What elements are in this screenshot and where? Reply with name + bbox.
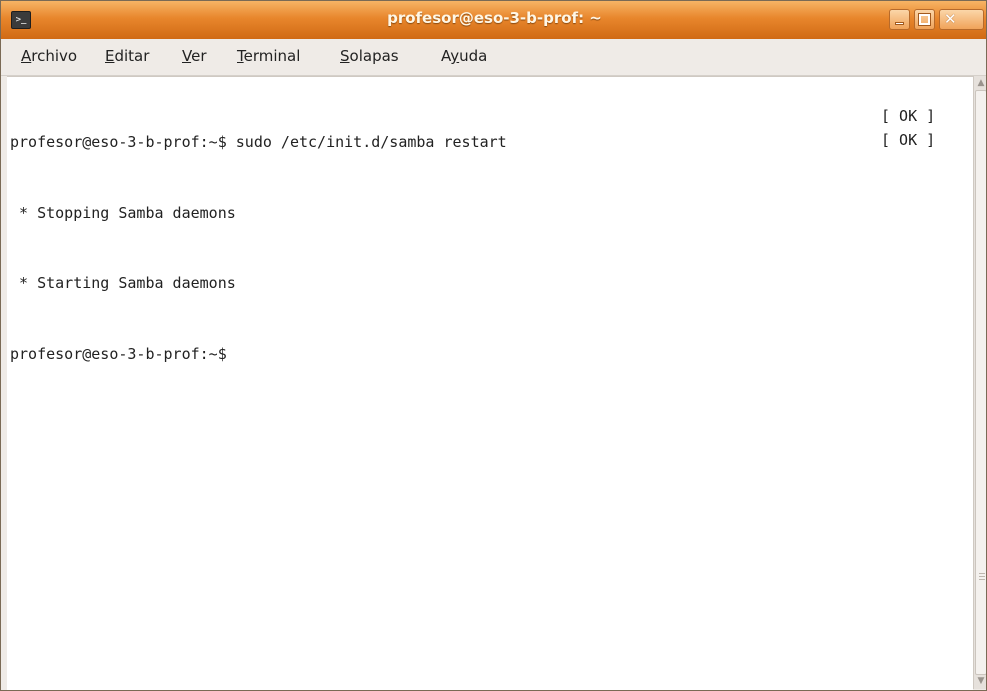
- menu-archivo[interactable]: Archivo: [21, 47, 77, 65]
- close-button[interactable]: ✕: [939, 9, 984, 30]
- maximize-button[interactable]: [914, 9, 935, 30]
- terminal-lines: profesor@eso-3-b-prof:~$ sudo /etc/init.…: [10, 84, 507, 413]
- scroll-up-icon[interactable]: ▲: [975, 77, 986, 89]
- terminal-output[interactable]: profesor@eso-3-b-prof:~$ sudo /etc/init.…: [7, 76, 973, 690]
- scrollbar-thumb[interactable]: [975, 90, 986, 675]
- close-icon: ✕: [944, 10, 957, 28]
- grip-line: [979, 573, 985, 574]
- scroll-down-icon[interactable]: ▼: [975, 675, 986, 687]
- maximize-icon: [918, 13, 931, 26]
- window-title: profesor@eso-3-b-prof: ~: [387, 9, 602, 27]
- menu-solapas[interactable]: Solapas: [340, 47, 399, 65]
- status-ok: [ OK ]: [881, 107, 936, 125]
- minimize-button[interactable]: [889, 9, 910, 30]
- terminal-line: * Starting Samba daemons: [10, 274, 236, 292]
- menu-ayuda[interactable]: Ayuda: [441, 47, 487, 65]
- vertical-scrollbar[interactable]: ▲ ▼: [973, 76, 986, 689]
- menu-terminal[interactable]: Terminal: [237, 47, 300, 65]
- terminal-line: profesor@eso-3-b-prof:~$ sudo /etc/init.…: [10, 133, 507, 151]
- menu-bar: Archivo Editar Ver Terminal Solapas Ayud…: [1, 39, 986, 76]
- grip-line: [979, 579, 985, 580]
- terminal-line: * Stopping Samba daemons: [10, 203, 236, 222]
- title-bar[interactable]: >_ profesor@eso-3-b-prof: ~ ✕: [1, 1, 986, 39]
- terminal-prompt: profesor@eso-3-b-prof:~$: [10, 344, 227, 363]
- menu-ver[interactable]: Ver: [182, 47, 207, 65]
- minimize-icon: [895, 22, 904, 25]
- menu-editar[interactable]: Editar: [105, 47, 149, 65]
- grip-line: [979, 576, 985, 577]
- terminal-window: >_ profesor@eso-3-b-prof: ~ ✕ Archivo Ed…: [0, 0, 987, 691]
- status-ok: [ OK ]: [881, 131, 936, 149]
